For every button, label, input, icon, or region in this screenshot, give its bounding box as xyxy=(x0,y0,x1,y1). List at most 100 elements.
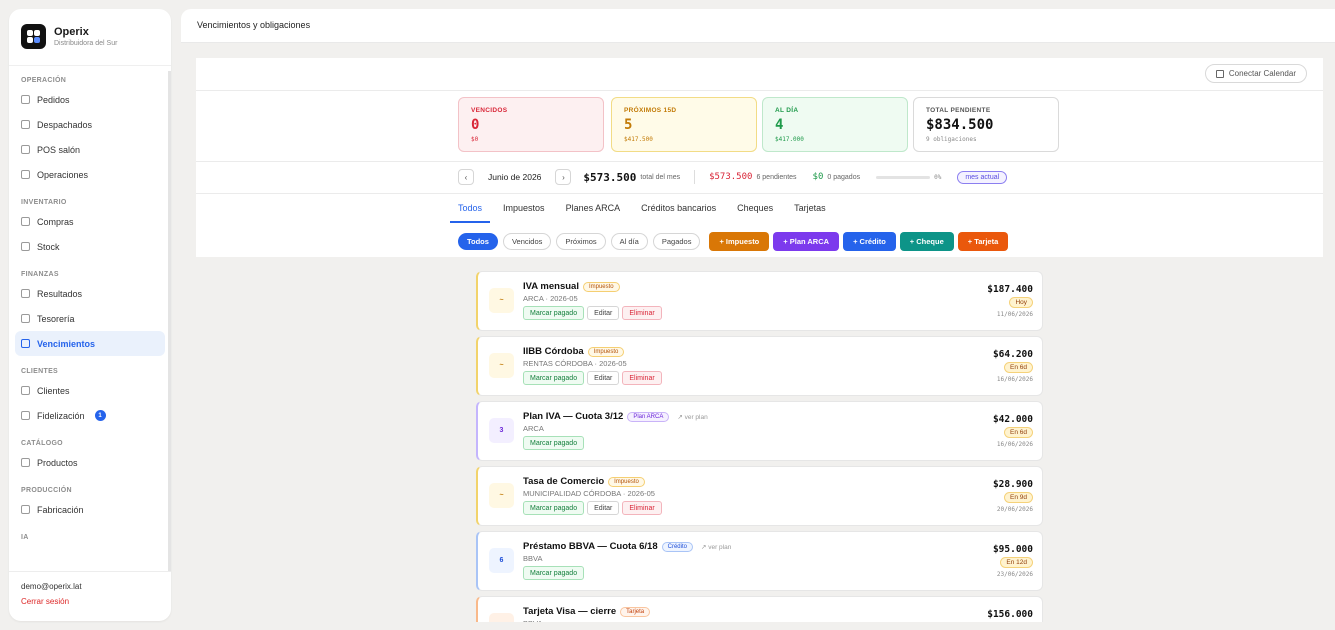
kpi-label: PRÓXIMOS 15D xyxy=(624,107,677,114)
divider xyxy=(694,170,696,184)
obligation-name: Tarjeta Visa — cierre xyxy=(523,606,617,617)
sidebar-section-title: OPERACIÓN xyxy=(21,77,67,84)
sidebar-item-pos-sal-n[interactable]: POS salón xyxy=(15,137,165,162)
obligation-card[interactable]: ~Tarjeta Visa — cierreTarjetaBBVAMarcar … xyxy=(476,596,1043,622)
obligation-amount: $64.200 xyxy=(992,349,1033,360)
filter-chip[interactable]: Próximos xyxy=(556,233,606,250)
tab-2[interactable]: Planes ARCA xyxy=(566,201,621,223)
kpi-proximos[interactable]: PRÓXIMOS 15D 5 $417.500 xyxy=(611,97,757,152)
edit-button[interactable]: Editar xyxy=(587,371,620,385)
tab-5[interactable]: Tarjetas xyxy=(794,201,826,223)
prev-month-button[interactable]: ‹ xyxy=(458,169,474,185)
sidebar-item-resultados[interactable]: Resultados xyxy=(15,281,165,306)
sidebar-section-title: CATÁLOGO xyxy=(21,440,63,447)
obligation-subtitle: BBVA xyxy=(523,619,542,622)
pending-amount: $573.500 xyxy=(709,172,753,182)
add-button[interactable]: + Crédito xyxy=(843,232,896,251)
mark-paid-button[interactable]: Marcar pagado xyxy=(523,306,585,320)
edit-button[interactable]: Editar xyxy=(587,306,620,320)
box-icon xyxy=(21,95,30,104)
obligation-card[interactable]: 6 Préstamo BBVA — Cuota 6/18 Crédito ↗ ver … xyxy=(476,531,1043,591)
kpi-total-pendiente[interactable]: TOTAL PENDIENTE $834.500 9 obligaciones xyxy=(913,97,1059,152)
add-button[interactable]: + Impuesto xyxy=(709,232,770,251)
obligation-subtitle: ARCA xyxy=(523,424,544,433)
bag-icon xyxy=(21,217,30,226)
obligation-card[interactable]: ~ Tasa de Comercio Impuesto MUNICIPALIDAD C… xyxy=(476,466,1043,526)
obligation-title: Tasa de Comercio Impuesto xyxy=(523,476,645,487)
mark-paid-button[interactable]: Marcar pagado xyxy=(523,371,585,385)
tab-0[interactable]: Todos xyxy=(450,201,491,223)
wrench-icon xyxy=(21,505,30,514)
delete-button[interactable]: Eliminar xyxy=(622,501,662,515)
obligation-actions: Marcar pagado Editar Eliminar xyxy=(523,306,665,320)
sidebar-scrollbar[interactable] xyxy=(168,71,171,571)
cart-icon xyxy=(21,145,30,154)
obligation-marker: ~ xyxy=(489,353,514,378)
obligation-title: IVA mensual Impuesto xyxy=(523,281,620,292)
kpi-al-dia[interactable]: AL DÍA 4 $417.000 xyxy=(762,97,908,152)
add-button[interactable]: + Tarjeta xyxy=(957,232,1009,251)
kpi-label: TOTAL PENDIENTE xyxy=(926,107,991,114)
add-button[interactable]: + Plan ARCA xyxy=(773,232,840,251)
sidebar-item-label: Compras xyxy=(37,216,74,227)
sidebar-item-vencimientos[interactable]: Vencimientos xyxy=(15,331,165,356)
topbar: Vencimientos y obligaciones xyxy=(181,9,1335,43)
filter-chip[interactable]: Pagados xyxy=(652,233,701,250)
brand[interactable]: Operix Distribuidora del Sur xyxy=(9,9,171,63)
divider xyxy=(196,193,1323,194)
sidebar-item-stock[interactable]: Stock xyxy=(15,234,165,259)
kpi-value: $834.500 xyxy=(926,117,994,133)
sidebar-item-label: Stock xyxy=(37,241,60,252)
sidebar-section-title: INVENTARIO xyxy=(21,199,67,206)
calendar-icon xyxy=(1215,69,1224,78)
filter-chip[interactable]: Todos xyxy=(458,233,498,250)
filter-chip[interactable]: Vencidos xyxy=(502,233,552,250)
delete-button[interactable]: Eliminar xyxy=(622,371,662,385)
kpi-sub: $417.000 xyxy=(775,136,804,143)
kpi-vencidos[interactable]: VENCIDOS 0 $0 xyxy=(458,97,604,152)
sidebar-item-productos[interactable]: Productos xyxy=(15,450,165,475)
add-button[interactable]: + Cheque xyxy=(899,232,954,251)
obligation-actions: Marcar pagado xyxy=(523,436,587,450)
next-month-button[interactable]: › xyxy=(555,169,572,185)
mark-paid-button[interactable]: Marcar pagado xyxy=(523,501,585,515)
view-plan-link[interactable]: ↗ ver plan xyxy=(701,543,731,551)
sidebar-item-label: Resultados xyxy=(37,288,83,299)
delete-button[interactable]: Eliminar xyxy=(622,306,662,320)
sidebar-item-despachados[interactable]: Despachados xyxy=(15,112,165,137)
obligation-card[interactable]: ~ IVA mensual Impuesto ARCA · 2026-05 Marcar… xyxy=(476,271,1043,331)
filter-chip[interactable]: Al día xyxy=(610,233,648,250)
obligation-actions: Marcar pagado xyxy=(523,566,587,580)
sidebar-item-fabricaci-n[interactable]: Fabricación xyxy=(15,497,165,522)
sidebar: Operix Distribuidora del Sur OPERACIÓN Pe… xyxy=(9,9,171,621)
obligation-amount: $42.000 xyxy=(992,414,1033,425)
edit-button[interactable]: Editar xyxy=(587,501,620,515)
due-date: 23/06/2026 xyxy=(996,571,1033,578)
sidebar-item-operaciones[interactable]: Operaciones xyxy=(15,162,165,187)
view-plan-link[interactable]: ↗ ver plan xyxy=(677,413,707,421)
sidebar-section-title: CLIENTES xyxy=(21,368,59,375)
tab-1[interactable]: Impuestos xyxy=(503,201,545,223)
mark-paid-button[interactable]: Marcar pagado xyxy=(523,566,585,580)
current-month-button[interactable]: mes actual xyxy=(957,170,1008,184)
logout-link[interactable]: Cerrar sesión xyxy=(21,597,159,606)
tab-4[interactable]: Cheques xyxy=(737,201,773,223)
obligation-actions: Marcar pagado Editar Eliminar xyxy=(523,371,665,385)
obligation-card[interactable]: 3 Plan IVA — Cuota 3/12 Plan ARCA ↗ ver pla… xyxy=(476,401,1043,461)
sidebar-item-fidelizaci-n[interactable]: Fidelización 1 xyxy=(15,403,165,428)
month-total-label: total del mes xyxy=(640,173,681,181)
count-badge: 1 xyxy=(94,410,106,421)
connect-calendar-button[interactable]: Conectar Calendar xyxy=(1204,64,1307,83)
sidebar-item-pedidos[interactable]: Pedidos xyxy=(15,87,165,112)
tab-3[interactable]: Créditos bancarios xyxy=(641,201,716,223)
obligation-subtitle: ARCA · 2026-05 xyxy=(523,294,578,303)
sidebar-item-label: POS salón xyxy=(37,144,81,155)
operix-logo-icon xyxy=(21,23,46,49)
sidebar-item-label: Fabricación xyxy=(37,504,84,515)
obligation-card[interactable]: ~ IIBB Córdoba Impuesto RENTAS CÓRDOBA · 20… xyxy=(476,336,1043,396)
sidebar-item-tesorer-a[interactable]: Tesorería xyxy=(15,306,165,331)
sidebar-item-compras[interactable]: Compras xyxy=(15,209,165,234)
sidebar-item-clientes[interactable]: Clientes xyxy=(15,378,165,403)
mark-paid-button[interactable]: Marcar pagado xyxy=(523,436,585,450)
sidebar-item-label: Vencimientos xyxy=(37,338,96,349)
